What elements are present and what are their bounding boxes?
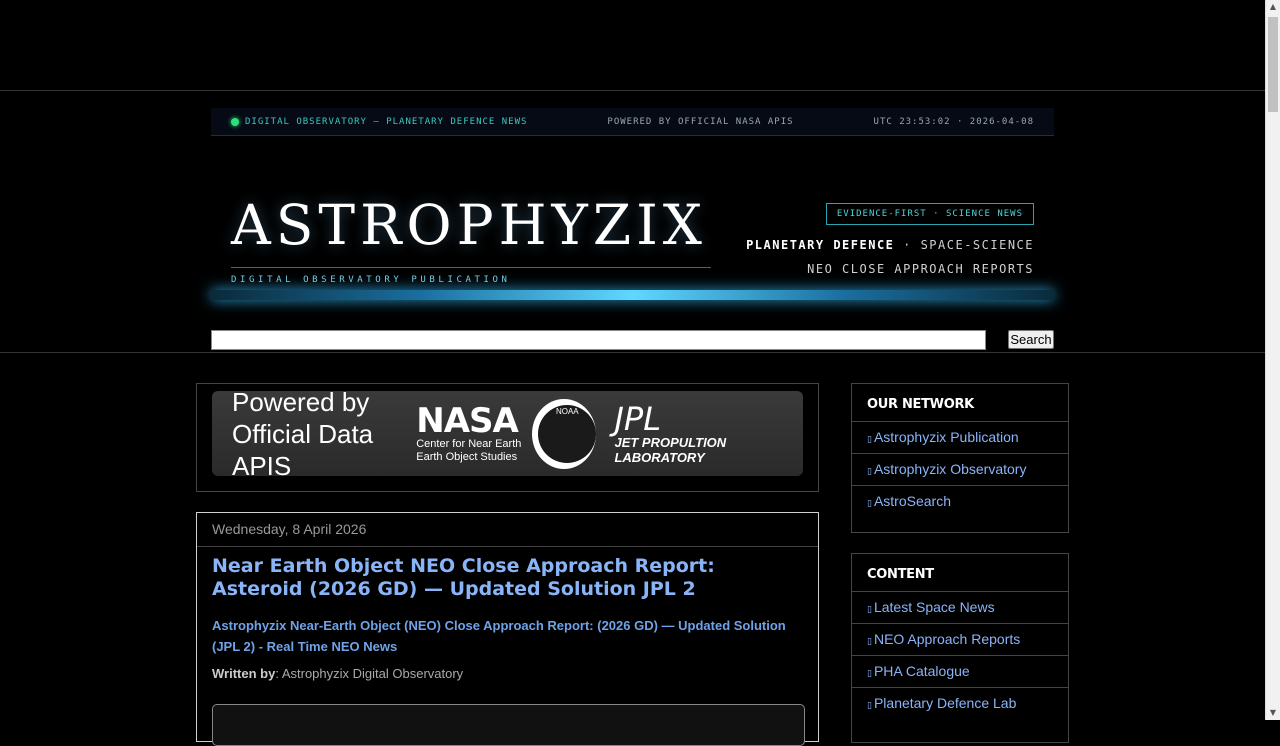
post-image: [212, 704, 805, 746]
utc-clock: UTC 23:53:02 · 2026-04-08: [873, 116, 1034, 127]
status-left-text: DIGITAL OBSERVATORY — PLANETARY DEFENCE …: [245, 116, 528, 127]
sidebar-item-label: Astrophyzix Observatory: [873, 461, 1027, 477]
jpl-subtitle: JET PROPULTION LABORATORY: [614, 434, 727, 465]
tagline-primary: PLANETARY DEFENCE · SPACE-SCIENCE: [746, 238, 1034, 252]
link-icon: ▯: [867, 701, 872, 711]
status-left: DIGITAL OBSERVATORY — PLANETARY DEFENCE …: [231, 117, 527, 127]
content-list: ▯ Latest Space News ▯ NEO Approach Reports…: [852, 591, 1068, 719]
search-input[interactable]: [211, 330, 986, 350]
noaa-label: NOAA: [555, 406, 579, 416]
status-center-text: POWERED BY OFFICIAL NASA APIS: [607, 116, 794, 127]
logo-divider: [231, 267, 711, 268]
author-name: : Astrophyzix Digital Observatory: [275, 666, 464, 681]
status-bar: DIGITAL OBSERVATORY — PLANETARY DEFENCE …: [211, 108, 1054, 136]
top-ad-band: [0, 0, 1265, 91]
search-button[interactable]: Search: [1008, 330, 1054, 349]
sidebar-item-label: NEO Approach Reports: [873, 631, 1021, 647]
sidebar-content: CONTENT ▯ Latest Space News ▯ NEO Approach…: [851, 553, 1069, 743]
link-icon: ▯: [867, 467, 872, 477]
sidebar-item-label: Planetary Defence Lab: [873, 695, 1017, 711]
link-icon: ▯: [867, 499, 872, 509]
sidebar-network: OUR NETWORK ▯ Astrophyzix Publication ▯ As…: [851, 383, 1069, 533]
scroll-down-icon[interactable]: ▼: [1266, 706, 1280, 720]
banner-text: Powered by Official Data APIS: [232, 391, 374, 476]
post-author: Written by: Astrophyzix Digital Observat…: [212, 666, 463, 681]
blog-post: Wednesday, 8 April 2026 Near Earth Objec…: [196, 512, 819, 746]
sidebar-item-label: AstroSearch: [873, 493, 951, 509]
noaa-seal-icon: NOAA: [532, 398, 597, 469]
search-row: Search: [211, 330, 1054, 350]
site-header: DIGITAL OBSERVATORY — PLANETARY DEFENCE …: [211, 108, 1054, 300]
sidebar-item-neo-reports[interactable]: ▯ NEO Approach Reports: [852, 623, 1068, 655]
jpl-logo: JPL JET PROPULTION LABORATORY: [614, 403, 803, 465]
sidebar-item-latest-news[interactable]: ▯ Latest Space News: [852, 591, 1068, 623]
live-dot-icon: [231, 117, 239, 126]
author-label: Written by: [212, 666, 276, 681]
link-icon: ▯: [867, 435, 872, 445]
sidebar-item-pha-catalogue[interactable]: ▯ PHA Catalogue: [852, 655, 1068, 687]
site-logo[interactable]: ASTROPHYZIX: [231, 198, 707, 253]
post-divider: [197, 546, 818, 547]
nasa-logo: NASA Center for Near Earth Earth Object …: [416, 404, 526, 464]
link-icon: ▯: [867, 605, 872, 615]
tagline-bold: PLANETARY DEFENCE: [746, 238, 895, 252]
post-date: Wednesday, 8 April 2026: [212, 521, 367, 537]
noaa-seal-inner: NOAA: [538, 404, 597, 463]
powered-by-banner[interactable]: Powered by Official Data APIS NASA Cente…: [212, 391, 803, 476]
scroll-up-icon[interactable]: ▲: [1266, 0, 1280, 14]
powered-by-widget: Powered by Official Data APIS NASA Cente…: [196, 383, 819, 492]
sidebar-item-label: PHA Catalogue: [873, 663, 970, 679]
tagline-rest: · SPACE-SCIENCE: [894, 238, 1034, 252]
nasa-subtitle: Center for Near Earth Earth Object Studi…: [416, 437, 522, 463]
sidebar-item-observatory[interactable]: ▯ Astrophyzix Observatory: [852, 453, 1068, 485]
network-title: OUR NETWORK: [867, 397, 974, 412]
scroll-thumb[interactable]: [1268, 17, 1278, 112]
post-title[interactable]: Near Earth Object NEO Close Approach Rep…: [212, 555, 802, 601]
masthead: ASTROPHYZIX DIGITAL OBSERVATORY PUBLICAT…: [211, 136, 1054, 286]
sidebar-item-publication[interactable]: ▯ Astrophyzix Publication: [852, 421, 1068, 453]
nasa-wordmark: NASA: [416, 400, 519, 441]
vertical-scrollbar[interactable]: ▲ ▼: [1265, 0, 1280, 720]
glow-divider: [211, 290, 1054, 300]
logo-subtitle: DIGITAL OBSERVATORY PUBLICATION: [231, 275, 511, 285]
tagline-secondary: NEO CLOSE APPROACH REPORTS: [807, 262, 1034, 276]
evidence-badge: EVIDENCE-FIRST · SCIENCE NEWS: [825, 203, 1034, 225]
link-icon: ▯: [867, 669, 872, 679]
link-icon: ▯: [867, 637, 872, 647]
jpl-wordmark: JPL: [614, 399, 662, 438]
network-list: ▯ Astrophyzix Publication ▯ Astrophyzix Ob…: [852, 421, 1068, 517]
sidebar-item-label: Astrophyzix Publication: [873, 429, 1019, 445]
sidebar-item-defence-lab[interactable]: ▯ Planetary Defence Lab: [852, 687, 1068, 719]
content-title: CONTENT: [867, 567, 934, 582]
header-separator: [0, 352, 1265, 353]
sidebar-item-label: Latest Space News: [873, 599, 995, 615]
post-subtitle: Astrophyzix Near-Earth Object (NEO) Clos…: [212, 618, 786, 654]
sidebar-item-astrosearch[interactable]: ▯ AstroSearch: [852, 485, 1068, 517]
